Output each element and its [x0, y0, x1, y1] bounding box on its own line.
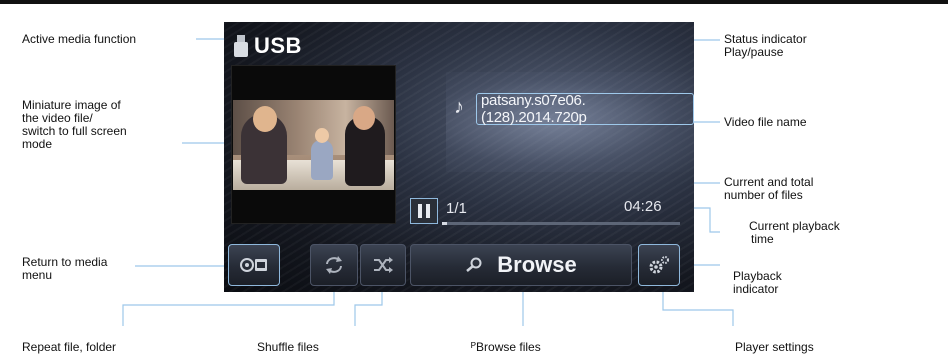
button-bar: Browse: [224, 240, 694, 292]
playback-progress-fill: [442, 222, 447, 225]
shuffle-icon: [374, 257, 393, 273]
media-menu-button[interactable]: [228, 244, 280, 286]
video-frame: [233, 100, 394, 190]
label-video-file-name: Video file name: [724, 115, 807, 129]
label-repeat: Repeat file, folder: [22, 340, 117, 354]
media-menu-icon: [240, 258, 267, 272]
label-current-time: Current playback time: [749, 219, 840, 246]
media-screen: USB ♪ patsany.s07e06.(128).2014.720p 1/1…: [224, 22, 694, 292]
label-playback-indicator: Playback indicator: [733, 269, 782, 296]
settings-icon: [649, 256, 669, 274]
playback-progress-bar[interactable]: [442, 222, 680, 225]
pause-icon[interactable]: [410, 198, 438, 224]
browse-label: Browse: [497, 252, 577, 277]
video-file-name: patsany.s07e06.(128).2014.720p: [476, 92, 694, 126]
search-icon: [466, 257, 482, 272]
browse-button[interactable]: Browse: [410, 244, 632, 286]
label-miniature: Miniature image of the video file/ switc…: [22, 98, 127, 151]
label-status-indicator: Status indicator Play/pause: [724, 32, 807, 59]
label-current-total: Current and total number of files: [724, 175, 814, 202]
active-source: USB: [234, 32, 302, 60]
label-active-media: Active media function: [22, 32, 137, 46]
label-player-settings: Player settings: [735, 340, 814, 354]
repeat-icon: [326, 256, 342, 274]
settings-button[interactable]: [638, 244, 680, 286]
file-counter: 1/1: [446, 200, 467, 217]
usb-icon: [234, 35, 248, 57]
label-shuffle: Shuffle files: [257, 340, 319, 354]
music-note-icon: ♪: [454, 96, 464, 118]
video-thumbnail[interactable]: [231, 65, 396, 224]
source-label: USB: [254, 33, 302, 58]
shuffle-button[interactable]: [360, 244, 406, 286]
repeat-button[interactable]: [310, 244, 358, 286]
playback-time: 04:26: [624, 198, 662, 215]
label-return-media: Return to media menu: [22, 255, 108, 282]
label-browse-files: ᴾBrowse files: [471, 340, 541, 354]
